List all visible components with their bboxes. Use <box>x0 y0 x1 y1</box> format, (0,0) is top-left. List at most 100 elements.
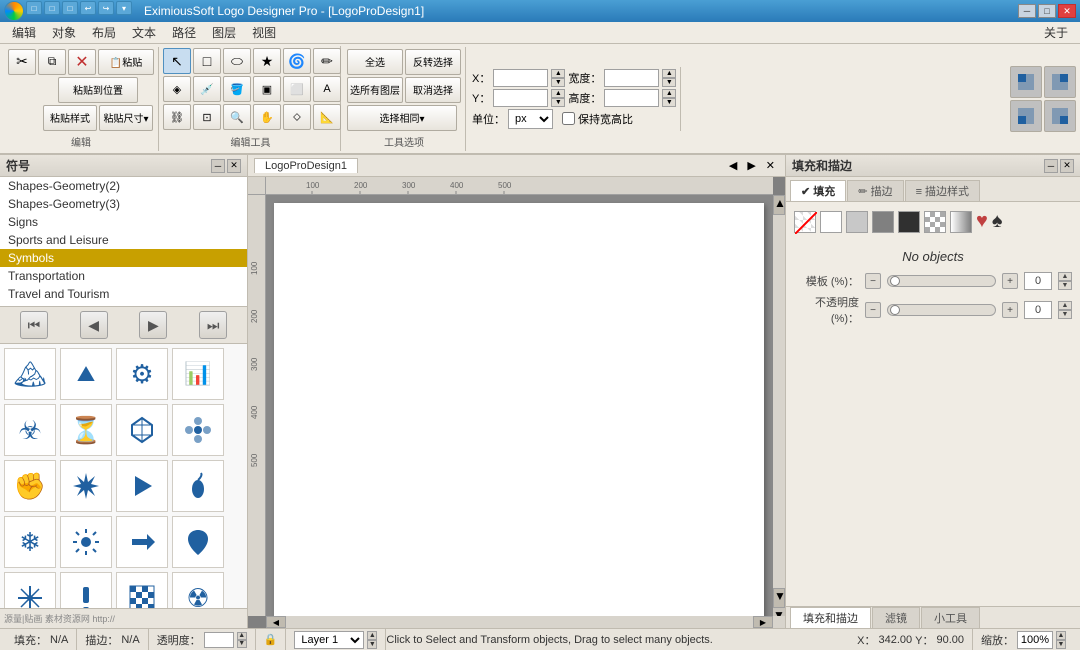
deselect-button[interactable]: 取消选择 <box>405 77 461 103</box>
category-symbols[interactable]: Symbols <box>0 249 247 267</box>
pan-tool[interactable]: ✋ <box>253 104 281 130</box>
symbol-item[interactable] <box>60 460 112 512</box>
select-all-button[interactable]: 全选 <box>347 49 403 75</box>
pencil-tool[interactable]: ✏ <box>313 48 341 74</box>
menu-about[interactable]: 关于 <box>1036 22 1076 43</box>
tb-icon-2[interactable]: □ <box>44 1 60 15</box>
spiral-tool[interactable]: 🌀 <box>283 48 311 74</box>
menu-edit[interactable]: 编辑 <box>4 22 44 43</box>
ellipse-tool[interactable]: ⬭ <box>223 48 251 74</box>
eraser-tool[interactable]: ⬜ <box>283 76 311 102</box>
menu-view[interactable]: 视图 <box>244 22 284 43</box>
eyedropper-tool[interactable]: 💉 <box>193 76 221 102</box>
symbol-item[interactable]: 🏔 <box>4 348 56 400</box>
layer-down[interactable]: ▼ <box>367 640 377 649</box>
canvas-close-tab[interactable]: ✕ <box>762 159 779 172</box>
cut-button[interactable]: ✂ <box>8 49 36 75</box>
nav-next[interactable]: ▶ <box>139 311 167 339</box>
swatch-transparent[interactable] <box>794 211 816 233</box>
align-bl[interactable] <box>1010 100 1042 132</box>
menu-layers[interactable]: 图层 <box>204 22 244 43</box>
transparency-plus[interactable]: + <box>1002 302 1018 318</box>
w-spin-down[interactable]: ▼ <box>662 78 676 87</box>
symbol-item[interactable]: ⛰ <box>60 348 112 400</box>
canvas-prev-tab[interactable]: ◀ <box>725 159 741 172</box>
select-tool[interactable]: ↖ <box>163 48 191 74</box>
scroll-vertical[interactable]: ▲ ▼ ▼ <box>773 195 785 616</box>
swatch-black[interactable] <box>898 211 920 233</box>
symbol-item[interactable] <box>172 404 224 456</box>
transparency-spin-down[interactable]: ▼ <box>1058 310 1072 319</box>
x-spin-down[interactable]: ▼ <box>551 78 565 87</box>
symbol-item[interactable] <box>172 516 224 568</box>
invert-select-button[interactable]: 反转选择 <box>405 49 461 75</box>
tb-icon-6[interactable]: ▾ <box>116 1 132 15</box>
align-tl[interactable] <box>1010 66 1042 98</box>
paint-tool[interactable]: 🪣 <box>223 76 251 102</box>
paste-button[interactable]: 📋粘贴 <box>98 49 154 75</box>
zoom-input[interactable] <box>1017 631 1053 649</box>
transparency-thumb[interactable] <box>890 305 900 315</box>
nav-prev[interactable]: ◀ <box>80 311 108 339</box>
layer-select[interactable]: Layer 1 <box>294 631 364 649</box>
category-shapes-geo3[interactable]: Shapes-Geometry(3) <box>0 195 247 213</box>
maximize-button[interactable]: □ <box>1038 4 1056 18</box>
opacity-plus[interactable]: + <box>1002 273 1018 289</box>
copy-button[interactable]: ⧉ <box>38 49 66 75</box>
paste-position-button[interactable]: 粘贴到位置 <box>58 77 138 103</box>
select-same-button[interactable]: 选择相同▾ <box>347 105 457 131</box>
category-sports[interactable]: Sports and Leisure <box>0 231 247 249</box>
symbol-item[interactable]: 📊 <box>172 348 224 400</box>
category-travel[interactable]: Travel and Tourism <box>0 285 247 303</box>
fill-tool[interactable]: ▣ <box>253 76 281 102</box>
rect-tool[interactable]: □ <box>193 48 221 74</box>
star-tool[interactable]: ★ <box>253 48 281 74</box>
scroll-h-right[interactable]: ▶ <box>753 616 773 628</box>
width-input[interactable] <box>604 69 659 87</box>
align-tr[interactable] <box>1044 66 1076 98</box>
gradient-tool[interactable]: ◈ <box>163 76 191 102</box>
symbol-item[interactable]: ✊ <box>4 460 56 512</box>
connect-tool[interactable]: ⛓ <box>163 104 191 130</box>
opacity-spin-down[interactable]: ▼ <box>1058 281 1072 290</box>
y-spin-down[interactable]: ▼ <box>551 98 565 107</box>
panel-close[interactable]: ✕ <box>227 159 241 173</box>
node-tool[interactable]: ⬦ <box>283 104 311 130</box>
symbol-item[interactable]: ⚙ <box>116 348 168 400</box>
canvas-tab[interactable]: LogoProDesign1 <box>254 158 358 173</box>
opacity-thumb[interactable] <box>890 276 900 286</box>
scroll-h-track[interactable] <box>286 616 753 628</box>
menu-path[interactable]: 路径 <box>164 22 204 43</box>
layer-up[interactable]: ▲ <box>367 631 377 640</box>
y-spin-up[interactable]: ▲ <box>551 89 565 98</box>
menu-object[interactable]: 对象 <box>44 22 84 43</box>
panel-minimize[interactable]: ─ <box>211 159 225 173</box>
align-br[interactable] <box>1044 100 1076 132</box>
y-input[interactable] <box>493 89 548 107</box>
zoom-tool[interactable]: 🔍 <box>223 104 251 130</box>
tab-stroke-style[interactable]: ≡ 描边样式 <box>905 180 980 201</box>
canvas-next-tab[interactable]: ▶ <box>743 159 759 172</box>
tab-stroke[interactable]: ✏ 描边 <box>847 180 903 201</box>
minimize-button[interactable]: ─ <box>1018 4 1036 18</box>
unit-select[interactable]: px mm cm <box>508 109 553 129</box>
opacity-status-input[interactable] <box>204 632 234 648</box>
zoom-up[interactable]: ▲ <box>1056 631 1066 640</box>
transparency-track[interactable] <box>887 304 996 316</box>
symbol-item[interactable]: ☣ <box>4 404 56 456</box>
nav-last[interactable]: ⏭ <box>199 311 227 339</box>
measure-tool[interactable]: 📐 <box>313 104 341 130</box>
symbol-item[interactable] <box>116 572 168 608</box>
swatch-gradient[interactable] <box>950 211 972 233</box>
x-input[interactable] <box>493 69 548 87</box>
paste-size-button[interactable]: 粘贴尺寸▾ <box>99 105 153 131</box>
opacity-status-up[interactable]: ▲ <box>237 632 247 640</box>
tb-icon-4[interactable]: ↩ <box>80 1 96 15</box>
h-spin-down[interactable]: ▼ <box>662 98 676 107</box>
fill-panel-min[interactable]: ─ <box>1044 159 1058 173</box>
tb-icon-3[interactable]: □ <box>62 1 78 15</box>
delete-button[interactable]: ✕ <box>68 49 96 75</box>
tb-icon-1[interactable]: □ <box>26 1 42 15</box>
symbol-item[interactable]: ❄ <box>4 516 56 568</box>
symbol-item[interactable]: ☢ <box>172 572 224 608</box>
